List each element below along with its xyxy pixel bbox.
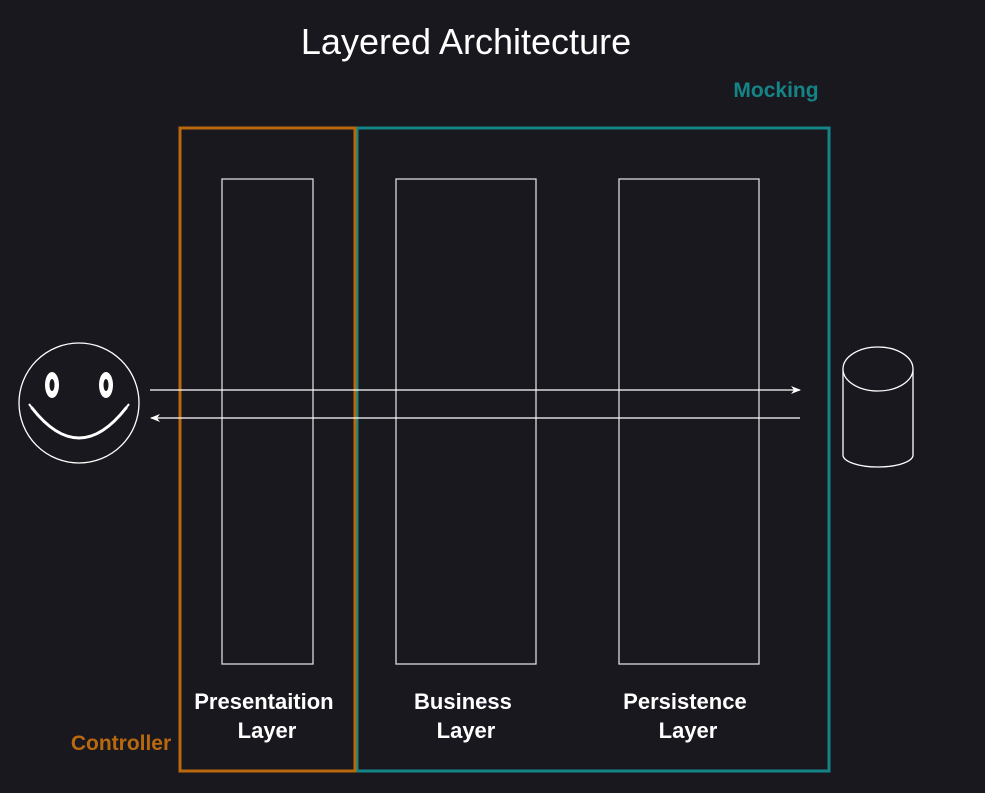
persistence-layer-label: Persistence Layer (623, 689, 753, 743)
business-layer-box (395, 178, 537, 665)
persistence-layer-box (618, 178, 760, 665)
controller-label: Controller (71, 732, 171, 755)
presentation-layer-label-line2: Layer (238, 718, 297, 743)
business-layer-label-line1: Business (414, 689, 512, 714)
presentation-layer-label: Presentaition Layer (194, 689, 340, 743)
layered-architecture-diagram: Layered Architecture Mocking Controller … (18, 21, 914, 773)
mocking-group-box (355, 126, 831, 773)
business-layer-label: Business Layer (414, 689, 518, 743)
persistence-layer-label-line1: Persistence (623, 689, 747, 714)
smiley-face-icon (18, 342, 140, 464)
business-layer-label-line2: Layer (437, 718, 496, 743)
mocking-label: Mocking (733, 79, 818, 102)
presentation-layer-box (221, 178, 314, 665)
database-cylinder-icon (842, 346, 914, 468)
controller-group-box (178, 126, 357, 773)
persistence-layer-label-line2: Layer (659, 718, 718, 743)
presentation-layer-label-line1: Presentaition (194, 689, 333, 714)
diagram-title: Layered Architecture (301, 21, 631, 62)
